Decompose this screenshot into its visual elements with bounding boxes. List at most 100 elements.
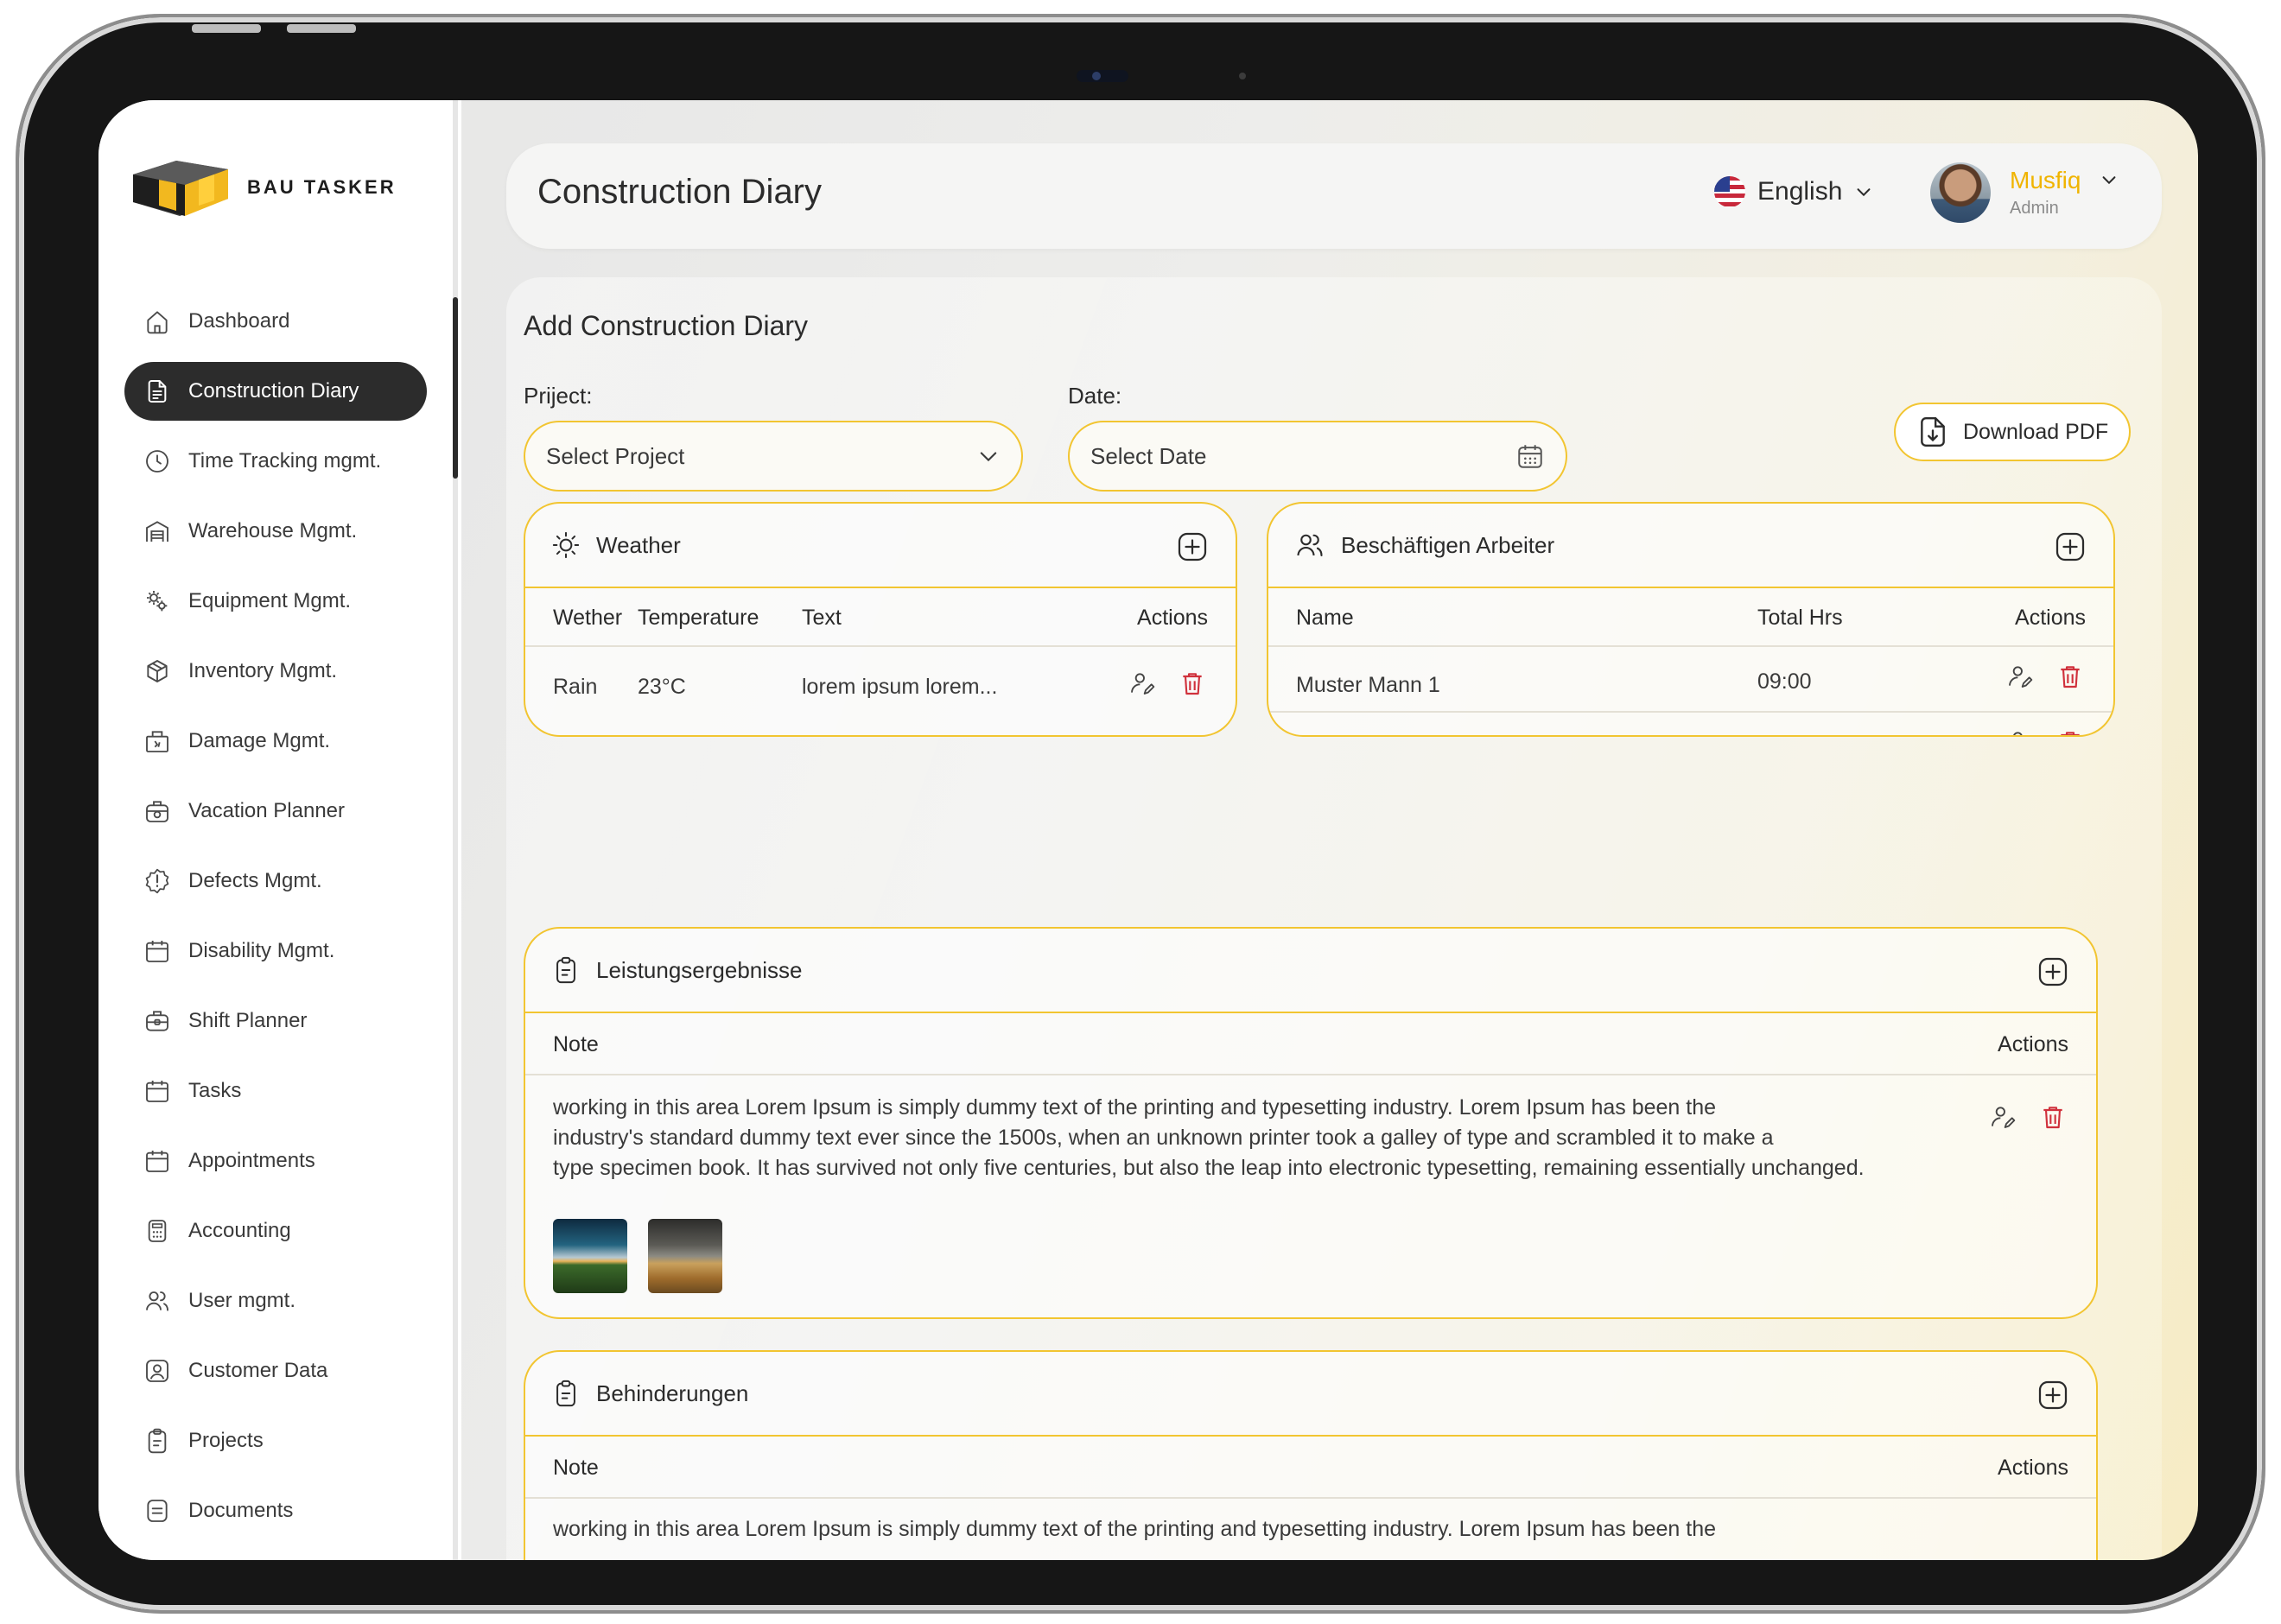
camera-bar — [978, 59, 1324, 93]
workers-title: Beschäftigen Arbeiter — [1341, 531, 1555, 558]
language-label: English — [1757, 177, 1843, 206]
weather-cell-text: lorem ipsum lorem... — [802, 675, 998, 699]
worker-hours: 09:00 — [1757, 735, 1812, 737]
calculator-icon — [148, 1220, 167, 1242]
sidebar-item-label: Inventory Mgmt. — [188, 659, 338, 682]
clipboard-icon — [556, 956, 575, 984]
user-role: Admin — [2010, 198, 2059, 218]
user-menu[interactable]: Musfiq Admin — [1930, 162, 2119, 223]
user-name: Musfiq — [2010, 166, 2081, 193]
sidebar-item-user-mgmt[interactable]: User mgmt. — [124, 1272, 427, 1330]
results-title: Leistungsergebnisse — [596, 956, 803, 983]
edit-user-icon[interactable] — [1989, 1103, 2017, 1131]
document-icon — [148, 380, 167, 403]
add-obstruction-button[interactable] — [2037, 1380, 2068, 1411]
weather-col-wether: Wether — [553, 606, 623, 630]
sidebar-item-warehouse-mgmt[interactable]: Warehouse Mgmt. — [124, 502, 427, 561]
chevron-down-icon — [1857, 188, 1871, 197]
sidebar-item-projects[interactable]: Projects — [124, 1411, 427, 1470]
add-weather-button[interactable] — [1177, 531, 1208, 562]
calendar-icon — [146, 941, 168, 962]
sidebar-item-label: Accounting — [188, 1219, 291, 1242]
file-icon — [147, 1500, 168, 1522]
sidebar-item-equipment-mgmt[interactable]: Equipment Mgmt. — [124, 572, 427, 631]
sidebar-item-label: Damage Mgmt. — [188, 729, 331, 752]
results-panel: Leistungsergebnisse Note Actions working… — [524, 927, 2098, 1319]
sidebar-item-vacation-planner[interactable]: Vacation Planner — [124, 782, 427, 841]
brand-logo[interactable]: BAU TASKER — [124, 149, 397, 226]
results-col-actions: Actions — [1998, 1032, 2068, 1056]
chevron-down-icon — [980, 452, 997, 462]
warehouse-icon — [146, 521, 168, 542]
sidebar-item-label: Documents — [188, 1499, 294, 1522]
users-icon — [1297, 534, 1323, 557]
weather-title: Weather — [596, 531, 681, 558]
divider — [525, 645, 1236, 647]
hardware-button — [192, 24, 261, 33]
sidebar-item-inventory-mgmt[interactable]: Inventory Mgmt. — [124, 642, 427, 701]
sidebar-item-customer-data[interactable]: Customer Data — [124, 1342, 427, 1400]
calendar-icon — [146, 1081, 168, 1102]
project-select[interactable]: Select Project — [524, 421, 1023, 492]
photo-thumbnail[interactable] — [648, 1219, 722, 1293]
delete-icon[interactable] — [2039, 1103, 2067, 1131]
delete-icon[interactable] — [2056, 663, 2084, 690]
weather-row-actions — [1128, 669, 1206, 697]
sidebar-item-time-tracking-mgmt[interactable]: Time Tracking mgmt. — [124, 432, 427, 491]
sidebar-item-label: Equipment Mgmt. — [188, 589, 352, 612]
sidebar-scrollbar[interactable] — [453, 297, 458, 479]
date-picker[interactable]: Select Date — [1068, 421, 1567, 492]
sidebar: BAU TASKER Dashboard Construction Diary Ti… — [98, 100, 461, 1560]
download-pdf-button[interactable]: Download PDF — [1894, 403, 2131, 461]
sidebar-item-defects-mgmt[interactable]: Defects Mgmt. — [124, 852, 427, 910]
hardware-button — [287, 24, 356, 33]
worker-row-actions — [2006, 728, 2084, 737]
weather-panel-header: Weather — [525, 504, 1236, 588]
workers-col-actions: Actions — [2015, 606, 2086, 630]
delete-icon[interactable] — [2056, 728, 2084, 737]
tablet-frame: BAU TASKER Dashboard Construction Diary Ti… — [16, 14, 2265, 1614]
add-result-button[interactable] — [2037, 956, 2068, 987]
weather-col-temperature: Temperature — [638, 606, 759, 630]
obstructions-col-actions: Actions — [1998, 1456, 2068, 1480]
chevron-down-icon — [2103, 176, 2116, 185]
edit-user-icon[interactable] — [2006, 663, 2034, 690]
edit-user-icon[interactable] — [2006, 728, 2034, 737]
worker-name: Muster Mann 1 — [1296, 673, 1440, 697]
sidebar-item-label: Appointments — [188, 1149, 315, 1172]
sidebar-item-construction-diary[interactable]: Construction Diary — [124, 362, 427, 421]
divider — [525, 1497, 2096, 1499]
delete-icon[interactable] — [1179, 669, 1206, 697]
add-worker-button[interactable] — [2055, 531, 2086, 562]
photo-thumbnail[interactable] — [553, 1219, 627, 1293]
sidebar-item-damage-mgmt[interactable]: Damage Mgmt. — [124, 712, 427, 771]
sidebar-item-dashboard[interactable]: Dashboard — [124, 292, 427, 351]
sidebar-item-label: Dashboard — [188, 309, 290, 333]
divider — [525, 1074, 2096, 1075]
clipboard-icon — [556, 1380, 575, 1407]
weather-cell-temperature: 23°C — [638, 675, 686, 699]
note-line: type specimen book. It has survived not … — [553, 1156, 1865, 1180]
divider — [1268, 645, 2113, 647]
sidebar-item-shift-planner[interactable]: Shift Planner — [124, 992, 427, 1050]
sidebar-nav: Dashboard Construction Diary Time Tracking… — [124, 292, 427, 1551]
sidebar-item-label: Defects Mgmt. — [188, 869, 322, 892]
sidebar-item-disability-mgmt[interactable]: Disability Mgmt. — [124, 922, 427, 980]
sidebar-item-documents[interactable]: Documents — [124, 1481, 427, 1540]
download-file-icon — [1921, 416, 1945, 447]
obstructions-col-note: Note — [553, 1456, 599, 1480]
obstructions-panel: Behinderungen Note Actions working in th… — [524, 1350, 2098, 1560]
sidebar-item-tasks[interactable]: Tasks — [124, 1062, 427, 1120]
obstructions-panel-header: Behinderungen — [525, 1352, 2096, 1437]
edit-user-icon[interactable] — [1128, 669, 1156, 697]
sidebar-item-appointments[interactable]: Appointments — [124, 1132, 427, 1190]
user-square-icon — [146, 1360, 168, 1382]
obstructions-title: Behinderungen — [596, 1380, 749, 1406]
language-selector[interactable]: English — [1714, 176, 1873, 207]
sidebar-item-label: Disability Mgmt. — [188, 939, 335, 962]
briefcase-icon — [146, 1011, 168, 1031]
sidebar-item-accounting[interactable]: Accounting — [124, 1202, 427, 1260]
form-title: Add Construction Diary — [524, 310, 809, 341]
diary-form-card: Add Construction Diary Priject: Select P… — [506, 277, 2162, 1560]
weather-panel: Weather Wether Temperature Text Actions Rain… — [524, 502, 1237, 737]
